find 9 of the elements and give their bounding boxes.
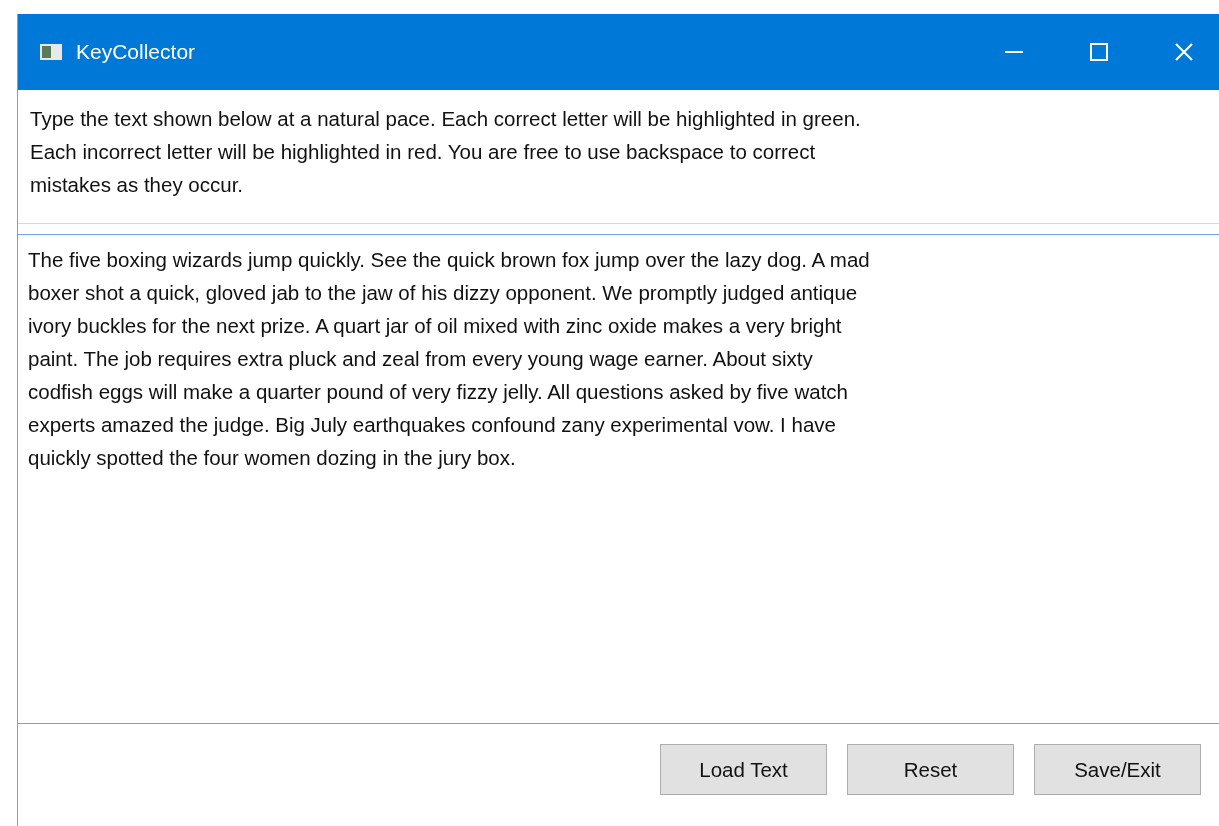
close-icon[interactable] [1175, 43, 1193, 61]
load-text-button[interactable]: Load Text [660, 744, 827, 795]
text-area[interactable]: The five boxing wizards jump quickly. See the quick brown fox jump over the lazy dog. A mad boxer shot a quick, gloved jab to the jaw of his dizzy opponent. We promptly judged antique ivory buckles for the next prize. A quart jar of oil mixed with zinc oxide makes a very bright paint. The job requires extra pluck and zeal from every young wage earner. About sixty codfish eggs will make a quarter pound of very fizzy jelly. All questions asked by five watch experts amazed the judge. Big July earthquakes confound zany experimental vow. I have quickly spotted the four women dozing in the jury box. [18, 234, 1219, 724]
save-exit-button[interactable]: Save/Exit [1034, 744, 1201, 795]
reset-button[interactable]: Reset [847, 744, 1014, 795]
app-icon [40, 44, 62, 60]
window-title: KeyCollector [76, 40, 196, 64]
instructions-text: Type the text shown below at a natural pace. Each correct letter will be highlighted in green. Each incorrect letter will be highlighted in red. You are free to use backspace to correct mistakes as they occur. [18, 90, 1219, 224]
maximize-icon[interactable] [1090, 43, 1108, 61]
